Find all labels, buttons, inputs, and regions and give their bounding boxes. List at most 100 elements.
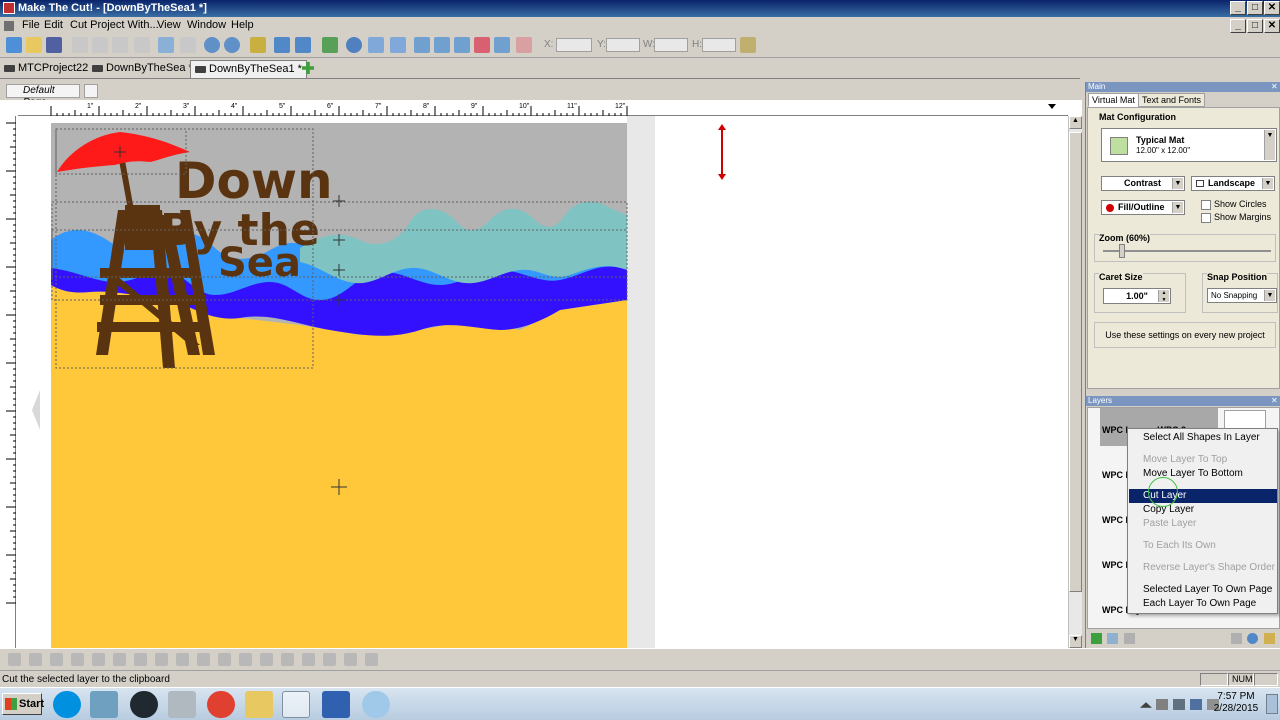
doc-close-button[interactable]: ✕ [1264,19,1280,33]
left-scroll-arrow-icon[interactable] [32,390,40,430]
x-field[interactable] [556,38,592,52]
show-margins-checkbox[interactable] [1201,213,1211,223]
minimize-button[interactable]: _ [1230,1,1246,15]
folder-icon[interactable] [245,691,273,718]
menu-reverse-shape-order[interactable]: Reverse Layer's Shape Order [1129,561,1277,575]
menu-file[interactable]: File [22,19,40,31]
skype-icon[interactable] [53,691,81,718]
tab-downbythesea[interactable]: DownByTheSea * [88,60,197,78]
start-button[interactable]: Start [2,693,44,715]
select-icon[interactable] [274,37,290,53]
shape-tool-icon[interactable] [29,653,42,666]
shape-tool-icon[interactable] [260,653,273,666]
main-panel-close-icon[interactable]: ✕ [1271,82,1278,91]
shape-tool-icon[interactable] [113,653,126,666]
shape-tool-icon[interactable] [365,653,378,666]
tab-text-and-fonts[interactable]: Text and Fonts [1138,93,1206,107]
maximize-button[interactable]: □ [1247,1,1263,15]
mat-select[interactable]: Typical Mat 12.00" x 12.00" ▼ [1101,128,1277,162]
menu-window[interactable]: Window [187,19,226,31]
caret-marker[interactable] [718,124,726,180]
w-field[interactable] [654,38,688,52]
rotate-icon[interactable] [454,37,470,53]
qrt-icon[interactable] [346,37,362,53]
use-settings-button[interactable]: Use these settings on every new project [1094,322,1276,348]
shape-tool-icon[interactable] [281,653,294,666]
doc-minimize-button[interactable]: _ [1230,19,1246,33]
align-icon[interactable] [390,37,406,53]
layer-settings-icon[interactable] [1107,633,1118,644]
vertical-scrollbar[interactable]: ▲ ▼ [1068,116,1082,648]
redo-icon[interactable] [180,37,196,53]
make-the-cut-icon[interactable] [282,691,310,718]
shape-tool-icon[interactable] [92,653,105,666]
title-word-sea[interactable]: Sea [218,240,301,286]
shape-tool-icon[interactable] [302,653,315,666]
lock-ratio-icon[interactable] [516,37,532,53]
zoom-slider-track[interactable] [1103,250,1271,252]
tray-expand-icon[interactable] [1140,702,1152,708]
menu-paste-layer[interactable]: Paste Layer [1129,517,1277,531]
zoom-window-icon[interactable] [295,37,311,53]
snap-select[interactable]: No Snapping ▼ [1207,288,1277,303]
menu-select-all-shapes[interactable]: Select All Shapes In Layer [1129,431,1277,445]
lock-aspect-icon[interactable] [740,37,756,53]
node-edit-icon[interactable] [322,37,338,53]
h-field[interactable] [702,38,736,52]
show-desktop-button[interactable] [1266,694,1278,714]
caret-size-input[interactable]: 1.00" ▲ ▼ [1103,288,1171,304]
orientation-select[interactable]: Landscape ▼ [1191,176,1275,191]
undo-icon[interactable] [158,37,174,53]
scroll-down-button[interactable]: ▼ [1069,635,1082,648]
zoom-in-icon[interactable] [204,37,220,53]
menu-view[interactable]: View [157,19,181,31]
network-tray-icon[interactable] [1190,699,1202,710]
shape-tool-icon[interactable] [176,653,189,666]
network-icon[interactable] [90,691,118,718]
menu-copy-layer[interactable]: Copy Layer [1129,503,1277,517]
menu-selected-layer-own-page[interactable]: Selected Layer To Own Page [1129,583,1277,597]
shape-tool-icon[interactable] [155,653,168,666]
add-layer-icon[interactable] [1091,633,1102,644]
shape-tool-icon[interactable] [239,653,252,666]
shape-tool-icon[interactable] [134,653,147,666]
word-icon[interactable] [322,691,350,718]
tab-virtual-mat[interactable]: Virtual Mat [1088,93,1139,107]
flip-v-icon[interactable] [434,37,450,53]
canvas-area[interactable]: Down By the Sea [0,100,1082,648]
chrome-icon[interactable] [207,691,235,718]
open-icon[interactable] [26,37,42,53]
flip-h-icon[interactable] [414,37,430,53]
show-circles-checkbox[interactable] [1201,200,1211,210]
mirror-icon[interactable] [474,37,490,53]
doc-restore-button[interactable]: □ [1247,19,1263,33]
close-button[interactable]: ✕ [1264,1,1280,15]
cloud-icon[interactable] [362,691,390,718]
y-field[interactable] [606,38,640,52]
contrast-select[interactable]: Contrast ▼ [1101,176,1185,191]
shape-tool-icon[interactable] [71,653,84,666]
menu-move-layer-top[interactable]: Move Layer To Top [1129,453,1277,467]
shape-tool-icon[interactable] [323,653,336,666]
menu-each-layer-own-page[interactable]: Each Layer To Own Page [1129,597,1277,611]
scroll-thumb[interactable] [1069,132,1082,592]
menu-move-layer-bottom[interactable]: Move Layer To Bottom [1129,467,1277,481]
layer-visibility-icon[interactable] [1247,633,1258,644]
copy-icon[interactable] [92,37,108,53]
flag-icon[interactable] [1156,699,1168,710]
layers-panel-close-icon[interactable]: ✕ [1271,396,1278,405]
zoom-out-icon[interactable] [224,37,240,53]
paste-icon[interactable] [112,37,128,53]
sand-shape[interactable] [51,285,627,648]
scissors-icon[interactable] [168,691,196,718]
shape-tool-icon[interactable] [344,653,357,666]
shape-tool-icon[interactable] [8,653,21,666]
title-word-down[interactable]: Down [175,152,333,210]
zoom-slider-thumb[interactable] [1118,244,1125,258]
layer-lock-icon[interactable] [1264,633,1275,644]
ruler-dropdown-icon[interactable] [1048,104,1056,109]
menu-help[interactable]: Help [231,19,254,31]
doc-menu-icon[interactable] [4,21,14,31]
media-icon[interactable] [130,691,158,718]
duplicate-icon[interactable] [134,37,150,53]
